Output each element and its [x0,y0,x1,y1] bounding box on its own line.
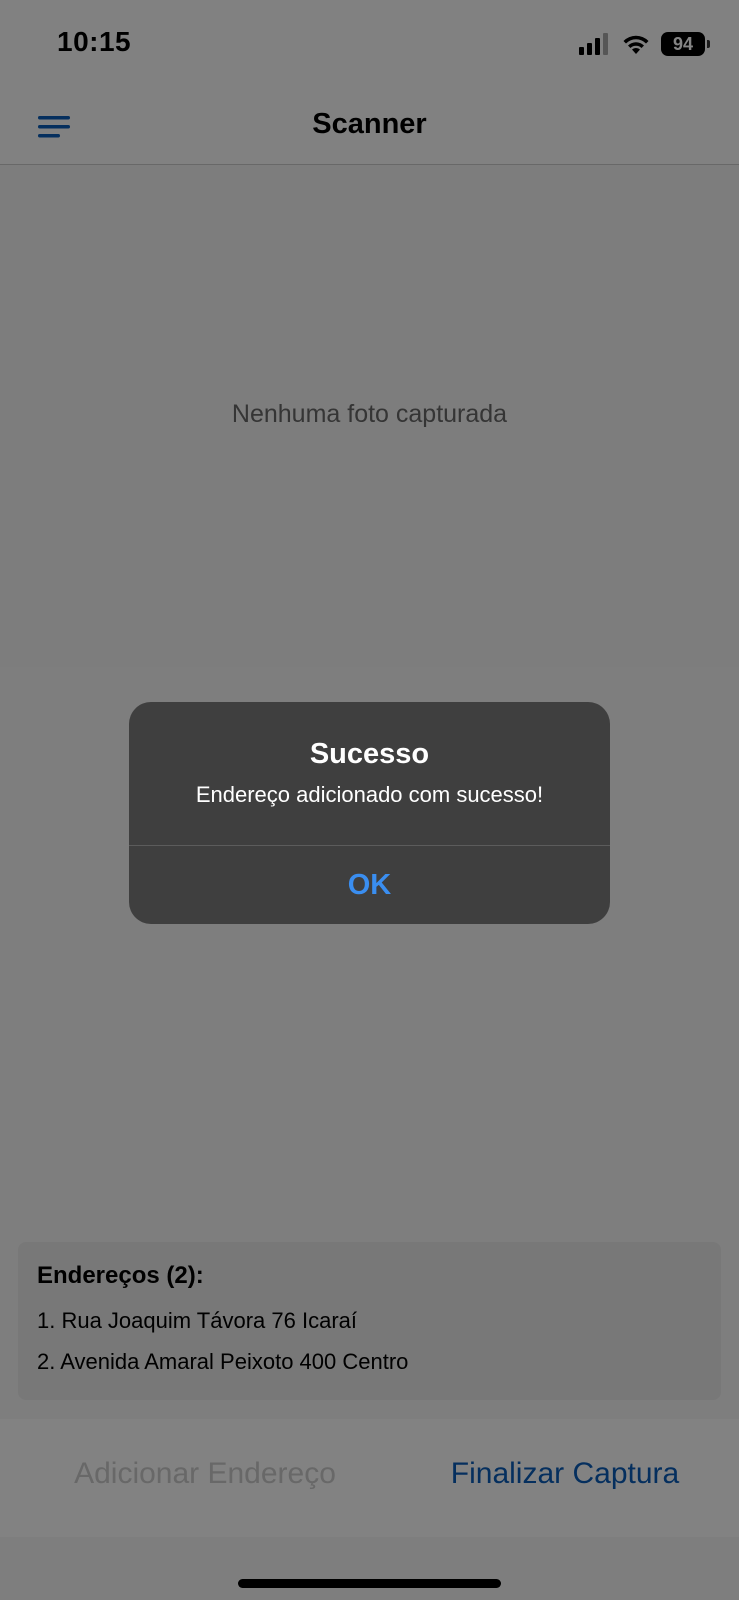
alert-message: Endereço adicionado com sucesso! [195,782,544,807]
success-alert: Sucesso Endereço adicionado com sucesso!… [129,702,610,924]
alert-title: Sucesso [309,738,430,770]
alert-ok-button[interactable]: OK [129,846,610,924]
